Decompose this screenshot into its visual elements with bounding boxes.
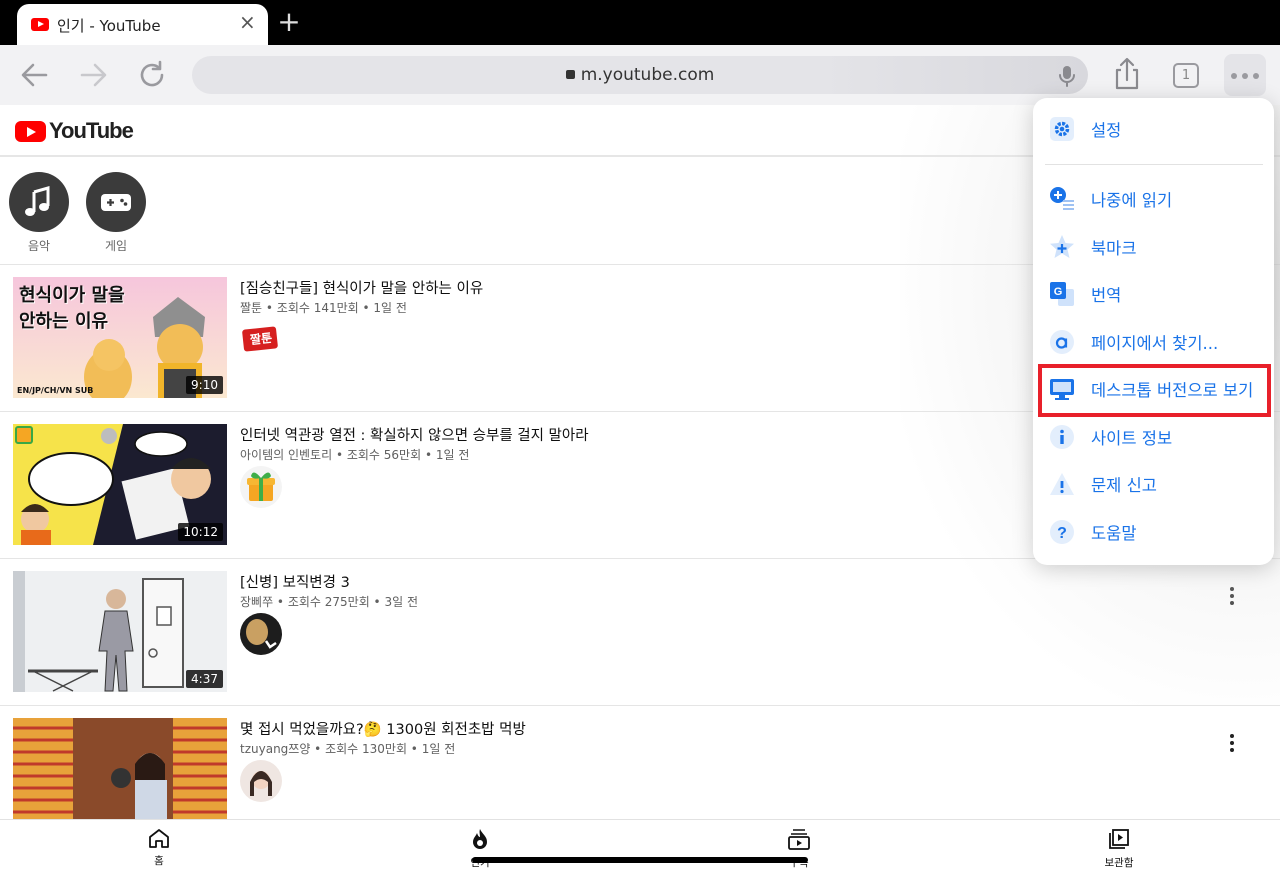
category-gaming[interactable]: 게임: [85, 172, 147, 254]
video-meta: tzuyang쯔양 • 조회수 130만회 • 1일 전: [240, 742, 456, 756]
video-thumbnail[interactable]: 4:37: [13, 571, 227, 692]
subscriptions-icon: [788, 829, 810, 850]
bookmark-star-icon: [1050, 235, 1074, 258]
menu-item-label: 문제 신고: [1091, 476, 1157, 495]
menu-item-label: 사이트 정보: [1091, 429, 1173, 448]
video-options-kebab-icon[interactable]: [1228, 587, 1236, 607]
back-arrow-icon[interactable]: [18, 59, 52, 91]
video-options-kebab-icon[interactable]: [1228, 734, 1236, 754]
forward-arrow-icon[interactable]: [76, 59, 110, 91]
find-in-page-icon: [1050, 330, 1074, 354]
menu-item-find-in-page[interactable]: 페이지에서 찾기...: [1033, 319, 1274, 363]
youtube-play-icon: [15, 121, 46, 142]
browser-toolbar: m.youtube.com 1: [0, 45, 1280, 105]
gift-box-icon: [247, 472, 275, 501]
thumbnail-image: [13, 718, 227, 831]
menu-item-read-later[interactable]: 나중에 읽기: [1033, 176, 1274, 220]
video-item[interactable]: 4:37 [신병] 보직변경 3 장삐쭈 • 조회수 275만회 • 3일 전: [0, 559, 1280, 706]
nav-trending[interactable]: 인기: [450, 828, 510, 870]
channel-avatar[interactable]: [240, 613, 282, 655]
menu-item-site-info[interactable]: 사이트 정보: [1033, 414, 1274, 458]
menu-item-label: 나중에 읽기: [1091, 191, 1173, 210]
video-meta: 장삐쭈 • 조회수 275만회 • 3일 전: [240, 595, 418, 609]
channel-avatar[interactable]: [240, 760, 282, 802]
gear-icon: [1050, 117, 1074, 141]
video-title[interactable]: 몇 접시 먹었을까요?🤔 1300원 회전초밥 먹방: [240, 718, 526, 739]
channel-avatar-image: [250, 771, 272, 796]
more-menu-button[interactable]: [1224, 54, 1266, 96]
channel-avatar-text: 짤툰: [249, 330, 273, 348]
nav-library[interactable]: 보관함: [1089, 828, 1149, 870]
more-dots-icon: [1231, 73, 1237, 79]
nav-subscriptions[interactable]: 구독: [769, 828, 829, 870]
music-note-icon: [25, 186, 50, 216]
browser-tab-active[interactable]: 인기 - YouTube ×: [17, 4, 268, 45]
menu-item-bookmark[interactable]: 북마크: [1033, 224, 1274, 268]
video-title[interactable]: [짐승친구들] 현식이가 말을 안하는 이유: [240, 277, 483, 298]
reload-icon[interactable]: [136, 59, 170, 91]
menu-item-label: 번역: [1091, 286, 1122, 305]
category-music[interactable]: 음악: [8, 172, 70, 254]
home-icon: [149, 829, 169, 848]
menu-item-translate[interactable]: G 번역: [1033, 271, 1274, 315]
read-later-icon: [1050, 187, 1074, 210]
category-label: 음악: [27, 239, 51, 253]
svg-text:G: G: [1054, 286, 1063, 298]
video-title[interactable]: 인터넷 역관광 열전 : 확실하지 않으면 승부를 걸지 말아라: [240, 424, 589, 445]
menu-item-label: 북마크: [1091, 239, 1137, 258]
menu-item-help[interactable]: ? 도움말: [1033, 509, 1274, 553]
menu-item-label: 설정: [1091, 121, 1122, 140]
category-label: 게임: [104, 239, 128, 253]
menu-item-settings[interactable]: 설정: [1033, 106, 1274, 150]
browser-more-menu: 설정 나중에 읽기 북마크 G 번역 페이지에서 찾기... 데스크톱 버전으로…: [1033, 98, 1274, 565]
nav-label: 보관함: [1104, 857, 1134, 869]
url-text: m.youtube.com: [580, 65, 715, 85]
video-duration: 9:10: [186, 376, 223, 394]
nav-home[interactable]: 홈: [129, 828, 189, 868]
menu-separator: [1045, 164, 1263, 165]
menu-item-label: 도움말: [1091, 524, 1137, 543]
video-thumbnail[interactable]: 10:12: [13, 424, 227, 545]
thumbnail-caption: 현식이가 말을 안하는 이유: [19, 285, 125, 332]
video-meta: 짤툰 • 조회수 141만회 • 1일 전: [240, 301, 407, 315]
youtube-favicon-icon: [31, 18, 49, 31]
library-icon: [1109, 829, 1129, 849]
flame-icon: [473, 829, 487, 849]
new-tab-icon[interactable]: +: [277, 8, 301, 36]
highlight-box: [1038, 364, 1271, 417]
video-duration: 4:37: [186, 670, 223, 688]
warning-icon: [1050, 473, 1074, 495]
home-indicator-bar[interactable]: [472, 857, 808, 863]
tab-count-button[interactable]: 1: [1173, 63, 1199, 88]
translate-icon: G: [1050, 282, 1074, 306]
video-meta: 아이템의 인벤토리 • 조회수 56만회 • 1일 전: [240, 448, 470, 462]
gift-badge-icon: [15, 426, 33, 444]
video-thumbnail[interactable]: 현식이가 말을 안하는 이유 EN/JP/CH/VN SUB 9:10: [13, 277, 227, 398]
svg-text:?: ?: [1057, 525, 1067, 542]
menu-item-report-issue[interactable]: 문제 신고: [1033, 461, 1274, 505]
video-duration: 10:12: [178, 523, 223, 541]
share-icon[interactable]: [1107, 55, 1147, 95]
menu-item-label: 페이지에서 찾기...: [1091, 334, 1219, 353]
address-bar[interactable]: m.youtube.com: [192, 56, 1088, 94]
tab-title: 인기 - YouTube: [57, 17, 161, 35]
tab-strip: 인기 - YouTube × +: [0, 0, 1280, 45]
channel-logo-icon: [246, 619, 277, 649]
help-icon: ?: [1050, 520, 1074, 544]
info-icon: [1050, 425, 1074, 449]
channel-avatar[interactable]: 짤툰: [240, 319, 282, 361]
close-tab-icon[interactable]: ×: [239, 12, 256, 32]
nav-label: 홈: [154, 855, 164, 867]
channel-avatar[interactable]: [240, 466, 282, 508]
youtube-wordmark: YouTube: [49, 118, 134, 143]
video-title[interactable]: [신병] 보직변경 3: [240, 571, 350, 592]
gamepad-icon: [101, 194, 131, 211]
thumbnail-subtitle: EN/JP/CH/VN SUB: [17, 386, 94, 395]
lock-icon: [565, 70, 575, 79]
microphone-icon[interactable]: [1058, 65, 1076, 91]
bottom-navigation: 홈 인기 구독 보관함: [0, 819, 1280, 872]
